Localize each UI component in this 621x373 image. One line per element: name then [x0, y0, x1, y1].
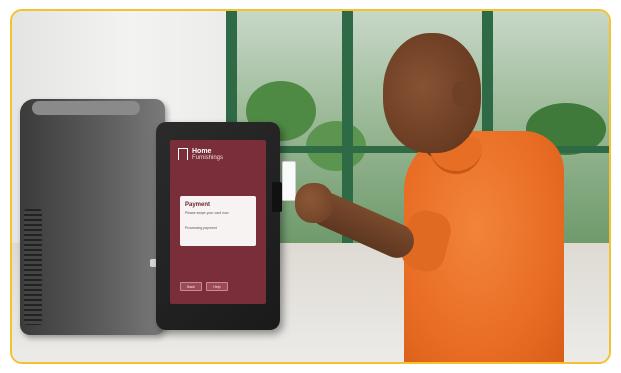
printer-top: [32, 101, 140, 115]
card-reader[interactable]: [272, 182, 282, 212]
kiosk-screen: Home Furnishings Payment Please swipe yo…: [170, 140, 266, 304]
help-button[interactable]: Help: [206, 282, 228, 291]
payment-panel: Payment Please swipe your card now Proce…: [180, 196, 256, 246]
back-button[interactable]: Back: [180, 282, 202, 291]
panel-instruction: Please swipe your card now: [185, 211, 229, 215]
payment-kiosk: Home Furnishings Payment Please swipe yo…: [156, 122, 282, 330]
brand-name: Home: [192, 148, 212, 155]
receipt-printer: [20, 99, 165, 335]
house-icon: [178, 148, 188, 160]
photo-frame: Home Furnishings Payment Please swipe yo…: [10, 9, 611, 364]
panel-title: Payment: [185, 202, 211, 208]
payment-card: [282, 161, 296, 201]
person-ear: [452, 81, 468, 107]
person-hand: [295, 183, 333, 223]
panel-status: Processing payment: [185, 226, 217, 230]
brand-subtitle: Furnishings: [192, 155, 224, 161]
printer-grille: [24, 209, 42, 325]
